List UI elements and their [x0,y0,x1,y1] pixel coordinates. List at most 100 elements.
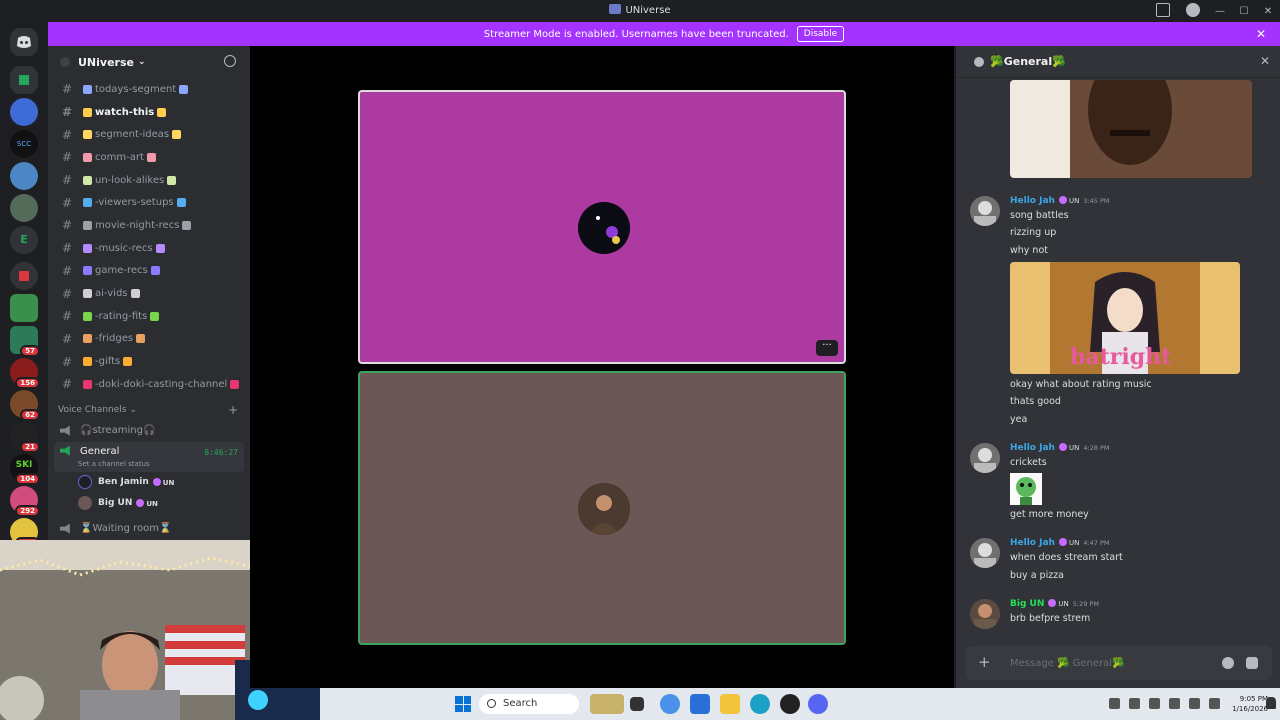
edge-icon[interactable] [750,694,770,714]
green-server-icon[interactable] [10,66,38,94]
avatar [578,202,630,254]
message-text: brb befpre strem [1010,613,1091,624]
text-channel[interactable]: # ai-vids [48,282,250,305]
channel-label: -rating-fits [95,310,148,322]
wifi-icon[interactable] [1189,698,1200,709]
red-server-icon[interactable] [10,262,38,290]
message-author[interactable]: Hello Jah [1010,196,1055,206]
text-channel[interactable]: # -music-recs [48,237,250,260]
widget-icon[interactable] [590,694,624,714]
voice-channel-label: Waiting room [92,523,160,535]
discord-taskbar-icon[interactable] [808,694,828,714]
server-icon-57[interactable]: 57 [10,326,40,357]
channel-status[interactable]: Set a channel status [78,460,150,468]
voice-category[interactable]: Voice Channels ⌄ + [48,400,250,420]
message-meta: Big UN UN 5:29 PM [1010,599,1099,609]
video-tile-1[interactable]: ··· [358,90,846,364]
text-channel[interactable]: # game-recs [48,260,250,283]
text-channel[interactable]: # -doki-doki-casting-channel [48,373,250,396]
text-channel[interactable]: # movie-night-recs [48,214,250,237]
inbox-icon[interactable] [1156,3,1170,17]
text-channel[interactable]: # un-look-alikes [48,169,250,192]
volume-icon[interactable] [1169,698,1180,709]
avatar-server-icon[interactable] [10,162,38,190]
server-header[interactable]: UNiverse ⌄ [48,46,250,78]
taskbar-search[interactable]: Search [479,694,579,714]
voice-stage: ··· [250,46,954,688]
disable-streamer-mode-button[interactable]: Disable [796,26,845,42]
channel-emoji-icon [83,311,92,321]
message-meta: Hello Jah UN 4:28 PM [1010,443,1110,453]
discord-home-icon[interactable] [10,28,38,56]
task-view-icon[interactable] [630,697,644,711]
voice-channel-waiting-room[interactable]: ⌛ Waiting room ⌛ [48,518,250,540]
server-icon-104[interactable]: SKI 104 [10,454,40,485]
text-channel[interactable]: # comm-art [48,146,250,169]
bluetooth-icon[interactable] [1149,698,1160,709]
add-voice-channel-icon[interactable]: + [228,403,238,417]
help-icon[interactable] [1186,3,1200,17]
voice-user[interactable]: Big UN UN [48,493,250,514]
message-author[interactable]: Big UN [1010,599,1044,609]
green-box-server-icon[interactable] [10,294,38,322]
windows-start-icon[interactable] [455,696,471,712]
channel-emoji-icon [155,243,165,253]
voice-channel-general[interactable]: General 8:46:27 Set a channel status [54,441,244,472]
text-channel[interactable]: # -rating-fits [48,305,250,328]
server-icon-292[interactable]: 292 [10,486,40,517]
apps-icon[interactable] [1246,657,1258,669]
maximize-icon[interactable]: ☐ [1232,0,1256,22]
text-channel[interactable]: # todays-segment [48,78,250,101]
more-options-button[interactable]: ··· [816,340,838,356]
attachment-image[interactable] [1010,80,1252,178]
invite-people-icon[interactable] [224,55,236,67]
server-boost-icon [60,57,70,67]
chevron-up-icon[interactable] [1109,698,1120,709]
broccoli-icon: 🥦 [990,55,1004,68]
sticker-image[interactable] [1010,473,1042,505]
chevron-down-icon: ⌄ [137,57,146,67]
text-channel[interactable]: # -viewers-setups [48,191,250,214]
role-tag: UN [136,499,158,508]
text-channel[interactable]: # segment-ideas [48,123,250,146]
channel-emoji-icon [176,198,186,208]
server-icon-62[interactable]: 62 [10,390,40,421]
network-icon[interactable] [1129,698,1140,709]
hash-icon: # [62,286,73,301]
close-chat-icon[interactable]: ✕ [1260,54,1270,68]
voice-channel-streaming[interactable]: 🎧 streaming 🎧 [48,420,250,442]
badge-62: 62 [20,409,40,421]
file-explorer-icon[interactable] [720,694,740,714]
copilot-icon[interactable] [660,694,680,714]
add-attachment-icon[interactable]: + [978,653,991,671]
clock[interactable]: 9:05 PM 1/16/2026 [1232,694,1268,714]
close-window-icon[interactable]: ✕ [1256,0,1280,22]
server-icon-156[interactable]: 156 [10,358,40,389]
channel-emoji-icon [83,289,92,299]
message-input[interactable]: + Message 🥦 General🥦 [966,646,1272,680]
photo-server-icon[interactable] [10,194,38,222]
e-server-icon[interactable]: E [10,226,38,254]
gif-attachment[interactable]: batright [1010,262,1240,374]
message-author[interactable]: Hello Jah [1010,538,1055,548]
text-channel[interactable]: # watch-this [48,101,250,124]
store-icon[interactable] [690,694,710,714]
speaker-tray-icon[interactable] [1209,698,1220,709]
text-channel[interactable]: # -fridges [48,328,250,351]
message-author[interactable]: Hello Jah [1010,443,1055,453]
obs-icon[interactable] [780,694,800,714]
scc-server-icon[interactable]: SCC [10,130,38,158]
hash-icon: # [62,195,73,210]
channel-emoji-icon [83,220,92,230]
notification-bell-icon[interactable] [1266,697,1276,709]
voice-user[interactable]: Ben Jamin UN [48,472,250,493]
video-tile-2[interactable] [358,371,846,645]
close-banner-icon[interactable]: ✕ [1256,27,1266,41]
text-channel[interactable]: # -gifts [48,350,250,373]
universe-server-icon[interactable] [10,98,38,126]
message-text: rizzing up [1010,227,1057,238]
minimize-icon[interactable]: — [1208,0,1232,22]
badge-292: 292 [15,505,40,517]
emoji-icon[interactable] [1222,657,1234,669]
server-icon-21[interactable]: 21 [10,422,40,453]
